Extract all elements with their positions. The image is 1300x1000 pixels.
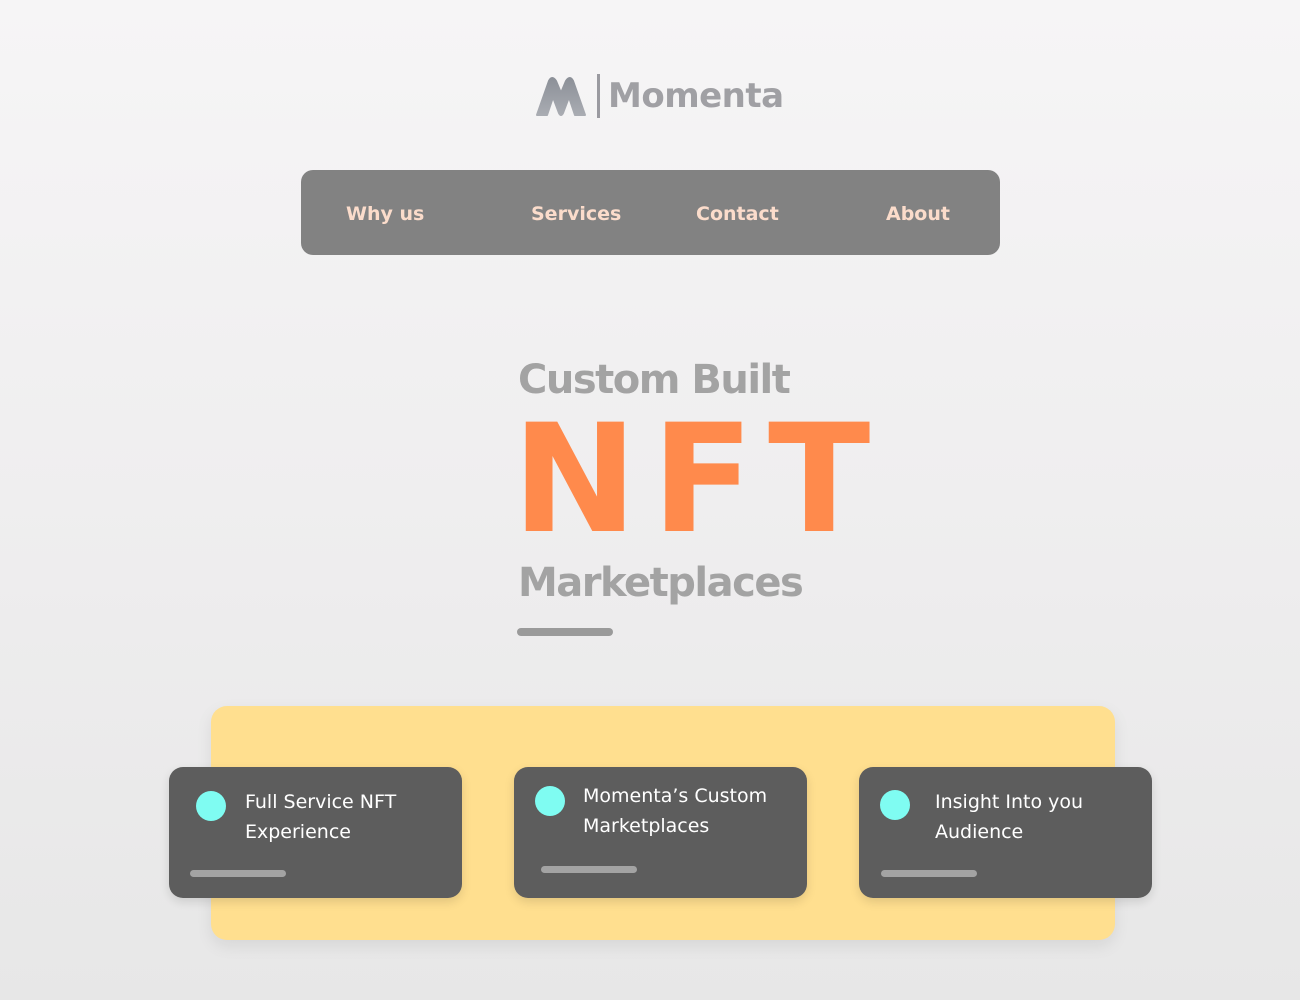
feature-card-full-service[interactable]: Full Service NFT Experience bbox=[169, 767, 462, 898]
feature-card-text: Momenta’s Custom Marketplaces bbox=[583, 781, 788, 841]
feature-dot-icon bbox=[535, 786, 565, 816]
nav-item-why-us[interactable]: Why us bbox=[346, 170, 424, 255]
hero-title-highlight: NFT bbox=[512, 393, 885, 567]
hero-underline bbox=[517, 628, 613, 636]
feature-card-line1: Insight Into you bbox=[935, 791, 1084, 813]
feature-card-text: Full Service NFT Experience bbox=[245, 787, 450, 847]
nav-item-services[interactable]: Services bbox=[531, 170, 621, 255]
feature-card-text: Insight Into you Audience bbox=[935, 787, 1140, 847]
feature-card-line2: Audience bbox=[935, 821, 1024, 843]
nav-item-about[interactable]: About bbox=[886, 170, 950, 255]
feature-card-audience-insight[interactable]: Insight Into you Audience bbox=[859, 767, 1152, 898]
feature-card-line2: Marketplaces bbox=[583, 815, 710, 837]
feature-card-bar bbox=[881, 870, 977, 877]
feature-card-custom-marketplaces[interactable]: Momenta’s Custom Marketplaces bbox=[514, 767, 807, 898]
main-nav: Why us Services Contact About bbox=[301, 170, 1000, 255]
feature-card-line2: Experience bbox=[245, 821, 351, 843]
brand-name: Momenta bbox=[608, 76, 784, 116]
feature-card-line1: Full Service NFT bbox=[245, 791, 397, 813]
logo-divider bbox=[597, 74, 600, 118]
momenta-m-logo-icon bbox=[536, 77, 586, 116]
feature-card-bar bbox=[541, 866, 637, 873]
feature-dot-icon bbox=[196, 791, 226, 821]
feature-card-bar bbox=[190, 870, 286, 877]
feature-card-line1: Momenta’s Custom bbox=[583, 785, 768, 807]
nav-item-contact[interactable]: Contact bbox=[696, 170, 779, 255]
brand-logo[interactable]: Momenta bbox=[532, 72, 784, 120]
feature-dot-icon bbox=[880, 790, 910, 820]
hero-title-line3: Marketplaces bbox=[518, 560, 804, 606]
